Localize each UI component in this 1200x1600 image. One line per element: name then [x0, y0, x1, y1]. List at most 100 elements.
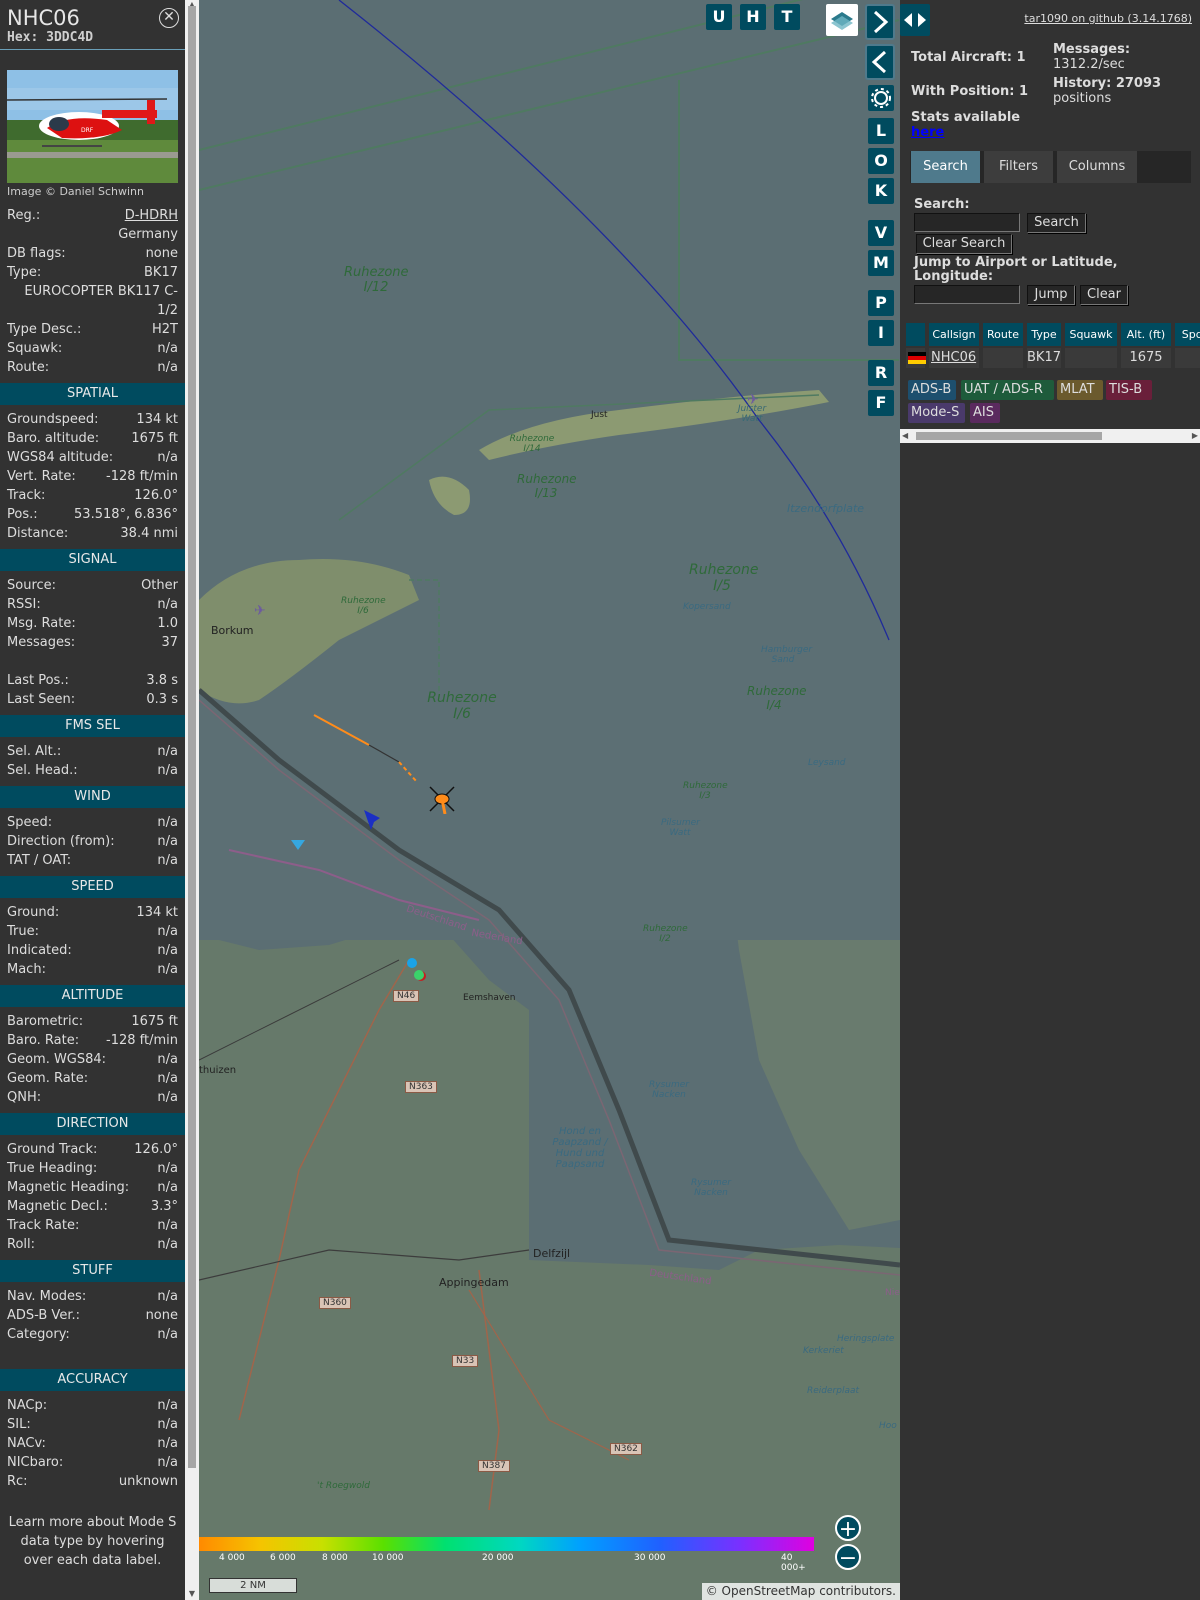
settings-button[interactable] — [868, 85, 894, 111]
scrollbar-thumb[interactable] — [188, 6, 196, 1468]
aircraft-details: Reg.: D-HDRH Germany DB flags: none Type: BK17… — [0, 206, 185, 377]
close-icon[interactable]: ✕ — [159, 8, 179, 28]
info-row: Magnetic Decl.: 3.3° — [0, 1197, 185, 1216]
map-button-u[interactable]: U — [706, 4, 732, 30]
collapse-info-button[interactable] — [865, 44, 895, 80]
tab-columns[interactable]: Columns — [1057, 151, 1137, 183]
selected-aircraft-marker[interactable] — [427, 784, 457, 814]
info-row-label: Distance: — [7, 526, 69, 541]
info-row: Nav. Modes: n/a — [0, 1287, 185, 1306]
info-row: Type: BK17 — [0, 263, 185, 282]
map-button-r[interactable]: R — [868, 360, 894, 386]
panel-tabs: Search Filters Columns — [910, 151, 1191, 183]
map-button-m[interactable]: M — [868, 250, 894, 276]
info-row: Rc: unknown — [0, 1472, 185, 1491]
jump-input[interactable] — [914, 285, 1020, 304]
column-header[interactable]: Callsign — [929, 323, 981, 346]
info-scrollbar[interactable]: ▲ ▼ — [185, 0, 199, 1600]
info-row-value: none — [145, 246, 178, 261]
info-row: WGS84 altitude: n/a — [0, 448, 185, 467]
chevron-right-icon — [873, 10, 889, 34]
info-row-value: -128 ft/min — [106, 469, 178, 484]
label-pilsumer: Pilsumer Watt — [661, 818, 700, 838]
total-aircraft-text: Total Aircraft: 1 — [911, 50, 1026, 65]
info-row-value: n/a — [157, 1161, 178, 1176]
column-header[interactable]: Route — [983, 323, 1025, 346]
zoom-out-button[interactable]: − — [835, 1544, 861, 1571]
search-input[interactable] — [914, 213, 1020, 232]
map-button-p[interactable]: P — [868, 290, 894, 316]
source-badge: TIS-B — [1106, 380, 1152, 400]
info-row-value: n/a — [157, 1398, 178, 1413]
map-button-t[interactable]: T — [774, 4, 800, 30]
label-delfzijl: Delfzijl — [533, 1247, 571, 1260]
scroll-down-icon[interactable]: ▼ — [187, 1589, 197, 1598]
map-attribution[interactable]: © OpenStreetMap contributors. — [701, 1583, 900, 1600]
github-link[interactable]: tar1090 on github (3.14.1768) — [1024, 12, 1192, 25]
clear-button[interactable]: Clear — [1080, 285, 1128, 305]
scroll-left-icon[interactable]: ◀ — [902, 431, 908, 440]
table-cell[interactable]: NHC06 — [929, 348, 981, 368]
map-button-i[interactable]: I — [868, 320, 894, 346]
info-row: Messages: 37 — [0, 633, 185, 652]
info-row-value: n/a — [157, 962, 178, 977]
map-labels: Ruhezone I/12 Just Ruhezone I/14 Ruhezon… — [199, 0, 900, 1600]
toggle-sidebar-button[interactable] — [900, 4, 930, 36]
info-row: ADS-B Ver.: none — [0, 1306, 185, 1325]
info-row-label: SIL: — [7, 1417, 31, 1432]
layers-button[interactable] — [826, 4, 858, 36]
info-row-value: 38.4 nmi — [120, 526, 178, 541]
info-row: Squawk: n/a — [0, 339, 185, 358]
info-row: Groundspeed: 134 kt — [0, 410, 185, 429]
source-badge: Mode-S — [908, 403, 965, 423]
info-row-label: Indicated: — [7, 943, 72, 958]
tab-search[interactable]: Search — [911, 151, 980, 183]
label-n46: N46 — [393, 990, 420, 1002]
column-header[interactable]: Type — [1027, 323, 1063, 346]
info-row-value[interactable]: D-HDRH — [125, 206, 178, 225]
map-button-v[interactable]: V — [868, 220, 894, 246]
column-header[interactable] — [906, 323, 927, 346]
expand-panel-button[interactable] — [865, 4, 895, 40]
info-row: Sel. Head.: n/a — [0, 761, 185, 780]
label-kopersand: Kopersand — [683, 602, 731, 612]
info-row: Indicated: n/a — [0, 941, 185, 960]
search-button[interactable]: Search — [1027, 213, 1086, 233]
info-row: Ground: 134 kt — [0, 903, 185, 922]
hscroll-thumb[interactable] — [916, 432, 1102, 440]
column-header[interactable]: Spd. — [1175, 323, 1200, 346]
map-button-h[interactable]: H — [740, 4, 766, 30]
info-row — [0, 1344, 185, 1363]
column-header[interactable]: Squawk — [1065, 323, 1119, 346]
column-header[interactable]: Alt. (ft) — [1121, 323, 1173, 346]
scroll-right-icon[interactable]: ▶ — [1192, 431, 1198, 440]
map-button-l[interactable]: L — [868, 118, 894, 144]
info-row-value: n/a — [157, 1218, 178, 1233]
info-row-value: n/a — [157, 1052, 178, 1067]
info-row-label: Rc: — [7, 1474, 28, 1489]
clear-search-button[interactable]: Clear Search — [916, 234, 1012, 254]
info-row-label: Baro. altitude: — [7, 431, 100, 446]
info-row: Speed: n/a — [0, 813, 185, 832]
info-row-value: n/a — [157, 1327, 178, 1342]
info-row-label: True Heading: — [7, 1161, 98, 1176]
map-button-f[interactable]: F — [868, 390, 894, 416]
map-view[interactable]: ✈ ✈ Ruhezone I/12 Just Ruhezone I/14 Ruh… — [199, 0, 900, 1600]
stats-link[interactable]: here — [911, 125, 1020, 140]
info-row-value: n/a — [157, 943, 178, 958]
tab-filters[interactable]: Filters — [984, 151, 1053, 183]
table-cell: 1675 — [1121, 348, 1173, 368]
section-header: STUFF — [0, 1260, 185, 1282]
info-row-value: Other — [141, 578, 178, 593]
map-button-k[interactable]: K — [868, 178, 894, 204]
info-row-label: DB flags: — [7, 246, 66, 261]
zoom-in-button[interactable]: + — [835, 1515, 861, 1542]
aircraft-photo[interactable]: DRF — [7, 70, 178, 183]
info-row: Category: n/a — [0, 1325, 185, 1344]
map-button-o[interactable]: O — [868, 148, 894, 174]
info-row-value: 3.8 s — [146, 673, 178, 688]
table-horizontal-scrollbar[interactable]: ◀ ▶ — [900, 429, 1200, 443]
info-row-value: n/a — [157, 360, 178, 375]
info-row-label: Reg.: — [7, 208, 41, 223]
jump-button[interactable]: Jump — [1027, 285, 1075, 305]
